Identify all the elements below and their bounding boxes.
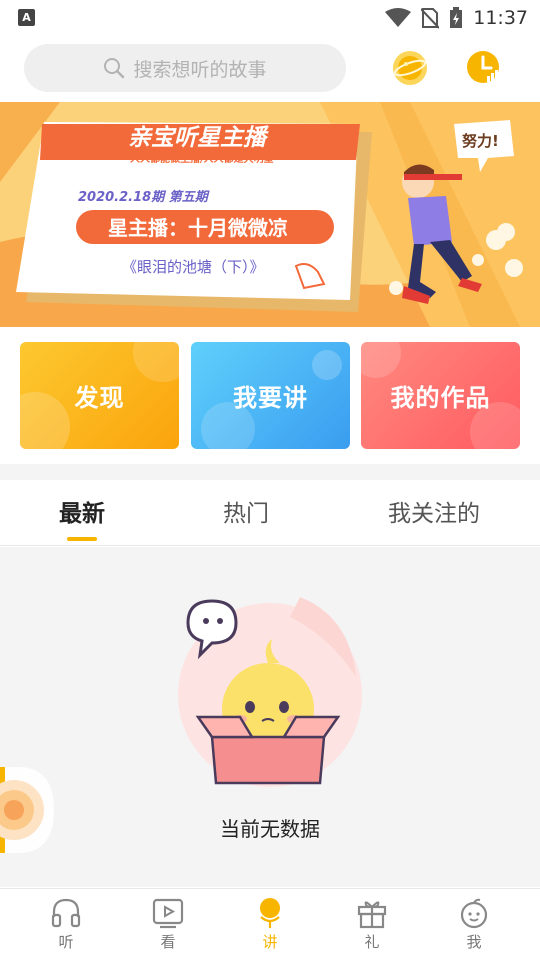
nav-watch[interactable]: 看 bbox=[138, 897, 198, 957]
feature-cards: 发现 我要讲 我的作品 bbox=[20, 342, 520, 450]
decor-bubble bbox=[20, 392, 70, 449]
search-row: 搜索想听的故事 bbox=[0, 44, 540, 94]
planet-icon[interactable] bbox=[392, 50, 428, 86]
content-tabs: 最新 热门 我关注的 bbox=[0, 480, 540, 546]
banner-issue: 2020.2.18期 第五期 bbox=[78, 190, 208, 205]
banner-story: 《眼泪的池塘（下）》 bbox=[122, 258, 265, 276]
nav-gift[interactable]: 礼 bbox=[342, 897, 402, 957]
clock-stats-icon[interactable] bbox=[466, 50, 502, 86]
my-works-label: 我的作品 bbox=[390, 384, 491, 412]
nav-tell[interactable]: 讲 bbox=[240, 897, 300, 957]
discover-label: 发现 bbox=[74, 384, 125, 412]
banner-host-line: 星主播：十月微微凉 bbox=[108, 216, 288, 240]
nav-me[interactable]: 我 bbox=[444, 897, 504, 957]
banner-title: 亲宝听星主播 bbox=[128, 125, 266, 151]
nav-me-label: 我 bbox=[466, 933, 482, 951]
gift-icon bbox=[357, 901, 387, 929]
nav-listen-label: 听 bbox=[58, 933, 74, 951]
search-input[interactable]: 搜索想听的故事 bbox=[24, 44, 346, 92]
nav-gift-label: 礼 bbox=[364, 933, 380, 951]
decor-bubble bbox=[312, 350, 342, 380]
clock-time: 11:37 bbox=[473, 7, 528, 29]
empty-state-illustration bbox=[178, 597, 362, 787]
bottom-navigation: 听 看 讲 礼 我 bbox=[0, 888, 540, 960]
decor-bubble bbox=[133, 342, 179, 382]
promo-banner[interactable]: 亲宝听星主播 人人都能做主播/人人都是大明星 2020.2.18期 第五期 星主… bbox=[0, 102, 540, 327]
wifi-icon bbox=[385, 8, 412, 27]
tell-story-card[interactable]: 我要讲 bbox=[191, 342, 350, 449]
status-bar: A 11:37 bbox=[0, 0, 540, 36]
search-placeholder: 搜索想听的故事 bbox=[133, 58, 267, 81]
status-icons: 11:37 bbox=[385, 6, 528, 30]
headphones-icon bbox=[51, 898, 81, 928]
nav-listen[interactable]: 听 bbox=[36, 897, 96, 957]
empty-state-message: 当前无数据 bbox=[220, 817, 320, 841]
tell-story-label: 我要讲 bbox=[233, 384, 308, 412]
floating-player-button[interactable] bbox=[0, 767, 54, 853]
tab-following[interactable]: 我关注的 bbox=[378, 494, 490, 528]
app-notification-icon: A bbox=[18, 9, 35, 26]
no-sim-icon bbox=[421, 8, 440, 29]
nav-watch-label: 看 bbox=[160, 933, 176, 951]
decor-bubble bbox=[361, 342, 401, 378]
tab-latest[interactable]: 最新 bbox=[50, 494, 114, 528]
banner-speech-bubble: 努力! bbox=[462, 132, 499, 150]
search-icon bbox=[104, 58, 125, 79]
discover-card[interactable]: 发现 bbox=[20, 342, 179, 449]
my-works-card[interactable]: 我的作品 bbox=[361, 342, 520, 449]
battery-icon bbox=[450, 7, 463, 28]
active-tab-indicator bbox=[67, 537, 97, 541]
microphone-icon bbox=[260, 898, 280, 928]
section-divider bbox=[0, 464, 540, 480]
banner-subtitle: 人人都能做主播/人人都是大明星 bbox=[130, 154, 274, 165]
play-screen-icon bbox=[152, 898, 184, 929]
tab-popular[interactable]: 热门 bbox=[214, 494, 278, 528]
profile-face-icon bbox=[460, 898, 488, 929]
content-area: 当前无数据 bbox=[0, 547, 540, 887]
nav-tell-label: 讲 bbox=[262, 933, 278, 951]
